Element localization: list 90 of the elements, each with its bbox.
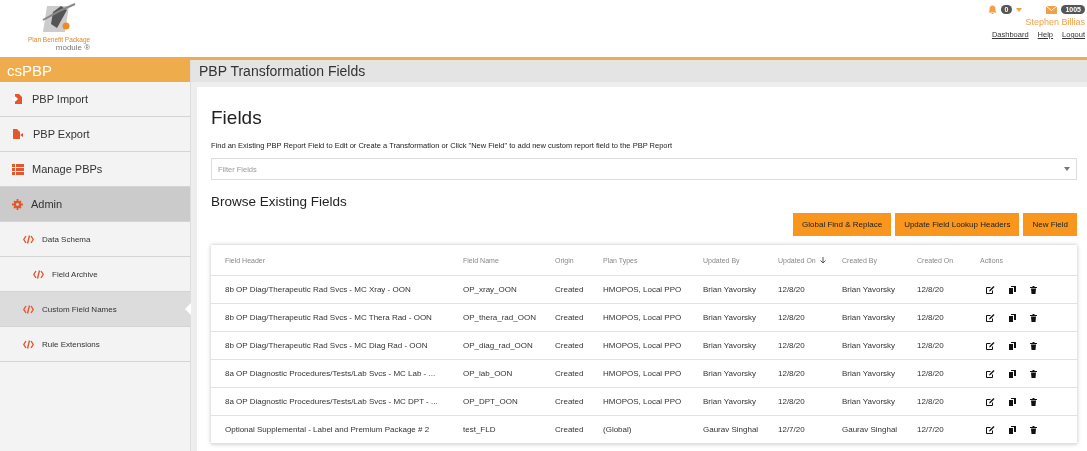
trash-icon[interactable] <box>1030 341 1037 350</box>
table-cell: 12/8/20 <box>903 304 966 332</box>
table-cell: 8b OP Diag/Therapeutic Rad Svcs - MC Xray - OON <box>211 276 449 304</box>
trash-icon[interactable] <box>1030 369 1037 378</box>
action-button[interactable]: Update Field Lookup Headers <box>895 213 1020 236</box>
code-icon <box>23 234 34 244</box>
sidebar-item[interactable]: PBP Export <box>0 117 190 152</box>
trash-icon[interactable] <box>1030 397 1037 406</box>
table-cell: Gaurav Singhal <box>689 416 764 444</box>
table-cell: Brian Yavorsky <box>828 388 903 416</box>
table-cell: 12/7/20 <box>903 416 966 444</box>
table-cell: HMOPOS, Local PPO <box>589 360 689 388</box>
edit-icon[interactable] <box>986 285 995 294</box>
copy-icon[interactable] <box>1009 425 1016 434</box>
caret-icon <box>1064 167 1070 171</box>
table-cell: Gaurav Singhal <box>828 416 903 444</box>
table-cell: Brian Yavorsky <box>828 304 903 332</box>
action-button[interactable]: Global Find & Replace <box>793 213 892 236</box>
table-cell: 12/8/20 <box>764 332 828 360</box>
table-cell: 12/8/20 <box>903 360 966 388</box>
table-cell: 12/8/20 <box>764 388 828 416</box>
table-cell: 12/8/20 <box>764 276 828 304</box>
table-cell: Created <box>541 304 589 332</box>
page-heading: Fields <box>211 107 263 129</box>
table-cell: HMOPOS, Local PPO <box>589 388 689 416</box>
table-cell: 8b OP Diag/Therapeutic Rad Svcs - MC Diag Rad - OON <box>211 332 449 360</box>
table-cell: 12/7/20 <box>764 416 828 444</box>
table-cell: 12/8/20 <box>764 304 828 332</box>
copy-icon[interactable] <box>1009 369 1016 378</box>
code-icon <box>23 304 34 314</box>
table-cell: 8b OP Diag/Therapeutic Rad Svcs - MC Thera Rad - OON <box>211 304 449 332</box>
trash-icon[interactable] <box>1030 425 1037 434</box>
sidebar-item[interactable]: PBP Import <box>0 82 190 117</box>
table-cell: Brian Yavorsky <box>828 276 903 304</box>
code-icon <box>33 269 44 279</box>
gear-icon <box>12 198 23 210</box>
action-button[interactable]: New Field <box>1023 213 1077 236</box>
table-cell: OP_diag_rad_OON <box>449 332 541 360</box>
table-cell: HMOPOS, Local PPO <box>589 276 689 304</box>
page-title: PBP Transformation Fields <box>191 60 1087 82</box>
table-cell: Brian Yavorsky <box>689 388 764 416</box>
table-cell: 12/8/20 <box>903 332 966 360</box>
code-icon <box>23 339 34 349</box>
table-cell: Brian Yavorsky <box>689 304 764 332</box>
table-cell: OP_thera_rad_OON <box>449 304 541 332</box>
sidebar-item[interactable]: Data Schema <box>0 222 190 257</box>
edit-icon[interactable] <box>986 313 995 322</box>
table-cell: HMOPOS, Local PPO <box>589 332 689 360</box>
edit-icon[interactable] <box>986 341 995 350</box>
table-cell: 8a OP Diagnostic Procedures/Tests/Lab Svcs - MC DPT - ... <box>211 388 449 416</box>
table-cell: Created <box>541 360 589 388</box>
table-cell: Brian Yavorsky <box>689 360 764 388</box>
sidebar-item[interactable]: Rule Extensions <box>0 327 190 362</box>
table-cell: Created <box>541 332 589 360</box>
copy-icon[interactable] <box>1009 285 1016 294</box>
table-cell: Brian Yavorsky <box>828 332 903 360</box>
table-cell: 12/8/20 <box>764 360 828 388</box>
section-heading: Browse Existing Fields <box>211 194 348 209</box>
table-cell: OP_DPT_OON <box>449 388 541 416</box>
table-cell: 8a OP Diagnostic Procedures/Tests/Lab Svcs - MC Lab - ... <box>211 360 449 388</box>
sidebar-title: csPBP <box>0 60 190 82</box>
edit-icon[interactable] <box>986 425 995 434</box>
copy-icon[interactable] <box>1009 341 1016 350</box>
sort-arrow-icon[interactable] <box>819 256 826 264</box>
table-cell: 12/8/20 <box>903 276 966 304</box>
sidebar-item[interactable]: Admin <box>0 187 190 222</box>
table-cell: OP_xray_OON <box>449 276 541 304</box>
list-icon <box>12 163 24 175</box>
table-cell: Optional Supplemental - Label and Premium Package # 2 <box>211 416 449 444</box>
table-cell: test_FLD <box>449 416 541 444</box>
table-cell: 12/8/20 <box>903 388 966 416</box>
sidebar-item[interactable]: Custom Field Names <box>0 292 190 327</box>
table-cell: Created <box>541 388 589 416</box>
edit-icon[interactable] <box>986 369 995 378</box>
copy-icon[interactable] <box>1009 313 1016 322</box>
trash-icon[interactable] <box>1030 313 1037 322</box>
table-cell: Brian Yavorsky <box>828 360 903 388</box>
table-cell: OP_lab_OON <box>449 360 541 388</box>
table-cell: HMOPOS, Local PPO <box>589 304 689 332</box>
table-cell: Created <box>541 276 589 304</box>
table-cell: (Global) <box>589 416 689 444</box>
file-import-icon <box>12 93 24 105</box>
table-cell: Brian Yavorsky <box>689 332 764 360</box>
logo-subtext: module ® <box>55 43 91 52</box>
copy-icon[interactable] <box>1009 397 1016 406</box>
table-cell: Created <box>541 416 589 444</box>
table-cell: Brian Yavorsky <box>689 276 764 304</box>
edit-icon[interactable] <box>986 397 995 406</box>
trash-icon[interactable] <box>1030 285 1037 294</box>
file-export-icon <box>12 128 25 140</box>
